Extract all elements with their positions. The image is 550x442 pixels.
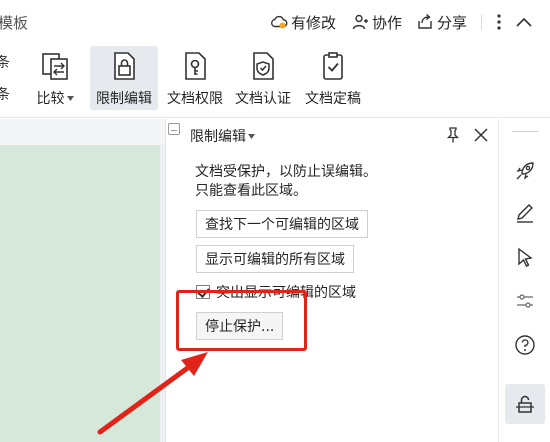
compare-icon bbox=[39, 50, 71, 82]
sliders-icon[interactable] bbox=[511, 287, 539, 315]
share-button[interactable]: 分享 bbox=[416, 10, 467, 34]
restrict-edit-button[interactable]: 限制编辑 bbox=[90, 46, 158, 110]
pane-title[interactable]: 限制编辑 bbox=[190, 126, 255, 146]
more-options-icon[interactable] bbox=[489, 12, 509, 32]
title-bar: 模板 有修改 协作 分享 bbox=[0, 0, 550, 44]
ribbon-toolbar: 条 条 比较 限制编辑 文档权限 文档认证 文档定稿 bbox=[0, 44, 550, 118]
document-area bbox=[0, 119, 165, 442]
doc-certify-icon bbox=[247, 50, 279, 82]
modified-label: 有修改 bbox=[291, 13, 337, 32]
highlight-editable-checkbox[interactable] bbox=[196, 285, 210, 299]
stop-protection-button[interactable]: 停止保护... bbox=[196, 312, 284, 340]
restrict-edit-icon bbox=[108, 50, 140, 82]
compare-label: 比较 bbox=[36, 91, 65, 107]
ribbon-partial-label-1: 条 bbox=[0, 55, 10, 71]
find-next-editable-button[interactable]: 查找下一个可编辑的区域 bbox=[196, 210, 368, 238]
share-label: 分享 bbox=[437, 13, 468, 32]
chevron-down-icon bbox=[248, 133, 255, 139]
doc-finalize-button[interactable]: 文档定稿 bbox=[300, 46, 366, 110]
collaborate-button[interactable]: 协作 bbox=[351, 10, 402, 34]
protection-description-line1: 文档受保护，以防止误编辑。 bbox=[195, 164, 377, 180]
pane-title-label: 限制编辑 bbox=[190, 129, 246, 145]
rocket-icon[interactable] bbox=[511, 157, 539, 185]
protection-description-line2: 只能查看此区域。 bbox=[195, 183, 307, 199]
collapse-ribbon-icon[interactable] bbox=[514, 12, 534, 32]
ribbon-partial-label-2: 条 bbox=[0, 87, 10, 103]
show-all-editable-button[interactable]: 显示可编辑的所有区域 bbox=[196, 245, 354, 273]
window-title: 模板 bbox=[0, 14, 29, 32]
topbar-divider bbox=[481, 14, 482, 30]
compare-button[interactable]: 比较 bbox=[32, 46, 78, 110]
dropdown-caret-icon bbox=[66, 95, 74, 101]
cursor-icon[interactable] bbox=[511, 243, 539, 271]
right-toolbar-divider bbox=[512, 131, 538, 132]
user-collab-icon bbox=[352, 14, 368, 30]
share-icon bbox=[418, 13, 432, 29]
pen-icon[interactable] bbox=[511, 199, 539, 227]
close-icon[interactable] bbox=[472, 126, 490, 144]
doc-permission-label: 文档权限 bbox=[167, 91, 223, 107]
pin-icon[interactable] bbox=[444, 126, 462, 144]
doc-certify-button[interactable]: 文档认证 bbox=[230, 46, 296, 110]
doc-finalize-icon bbox=[317, 50, 349, 82]
doc-finalize-label: 文档定稿 bbox=[305, 91, 361, 107]
highlight-editable-label: 突出显示可编辑的区域 bbox=[216, 285, 356, 301]
doc-permission-button[interactable]: 文档权限 bbox=[162, 46, 228, 110]
restrict-edit-pane: 限制编辑 文档受保护，以防止误编辑。 只能查看此区域。 查找下一个可编辑的区域 … bbox=[165, 119, 498, 442]
highlight-editable-row: 突出显示可编辑的区域 bbox=[196, 282, 356, 302]
pane-grip-icon[interactable] bbox=[168, 123, 180, 135]
help-icon[interactable] bbox=[511, 331, 539, 359]
collab-label: 协作 bbox=[372, 13, 403, 32]
restrict-edit-label: 限制编辑 bbox=[96, 91, 152, 107]
right-side-toolbar bbox=[498, 119, 550, 442]
doc-permission-icon bbox=[179, 50, 211, 82]
modified-status-button[interactable]: 有修改 bbox=[270, 10, 336, 34]
document-page bbox=[0, 145, 160, 442]
doc-certify-label: 文档认证 bbox=[235, 91, 291, 107]
cloud-sync-icon bbox=[271, 15, 288, 29]
lock-icon[interactable] bbox=[505, 384, 545, 424]
